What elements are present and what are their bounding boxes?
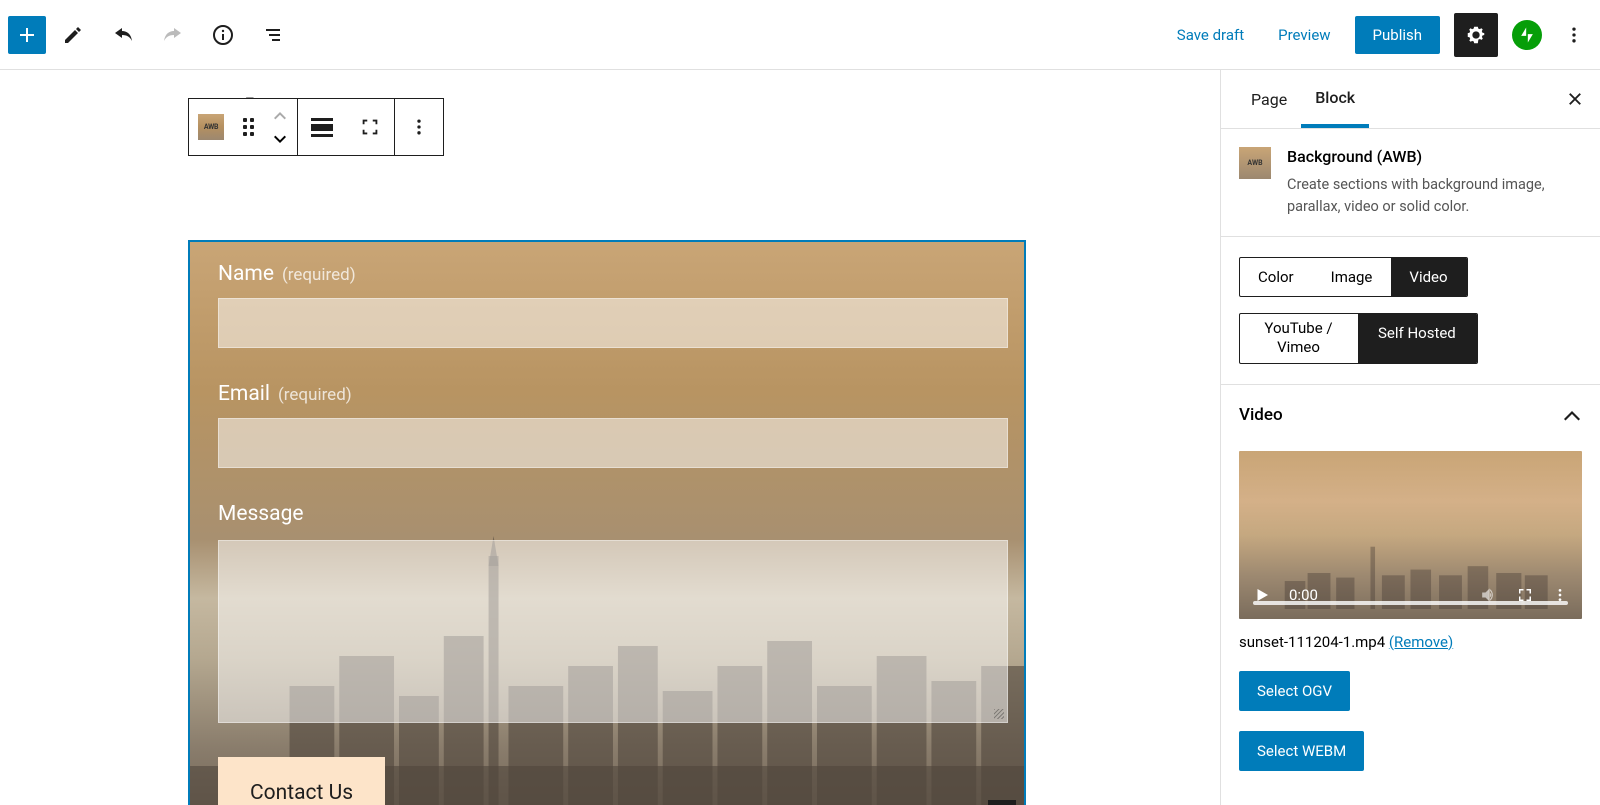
video-panel: 0:00 sunset-111204-1.mp4 (Remove) bbox=[1221, 433, 1600, 789]
move-up-button[interactable] bbox=[263, 103, 297, 127]
name-required: (required) bbox=[282, 265, 356, 285]
preview-button[interactable]: Preview bbox=[1268, 18, 1340, 52]
block-info-panel: Background (AWB) Create sections with ba… bbox=[1221, 129, 1600, 237]
top-bar-right: Save draft Preview Publish bbox=[1167, 13, 1592, 57]
awb-background-block[interactable]: Name (required) Email (required) Message… bbox=[188, 240, 1026, 805]
move-down-button[interactable] bbox=[263, 127, 297, 151]
save-draft-button[interactable]: Save draft bbox=[1167, 18, 1254, 52]
sidebar-tabs: Page Block bbox=[1221, 70, 1600, 129]
video-filename-row: sunset-111204-1.mp4 (Remove) bbox=[1239, 633, 1582, 651]
video-filename: sunset-111204-1.mp4 bbox=[1239, 633, 1385, 651]
chevron-up-icon[interactable] bbox=[1562, 409, 1582, 421]
source-youtube[interactable]: YouTube / Vimeo bbox=[1240, 314, 1358, 363]
top-bar-left bbox=[8, 12, 296, 58]
select-webm-button[interactable]: Select WEBM bbox=[1239, 731, 1364, 771]
video-panel-header[interactable]: Video bbox=[1221, 385, 1600, 433]
block-type-icon[interactable] bbox=[189, 99, 233, 155]
email-input[interactable] bbox=[218, 418, 1008, 468]
submit-button[interactable]: Contact Us bbox=[218, 757, 385, 805]
settings-button[interactable] bbox=[1454, 13, 1498, 57]
publish-button[interactable]: Publish bbox=[1355, 16, 1440, 54]
drag-handle[interactable] bbox=[233, 99, 263, 155]
video-preview[interactable]: 0:00 bbox=[1239, 451, 1582, 619]
bg-type-group: Color Image Video bbox=[1239, 257, 1468, 297]
video-controls: 0:00 bbox=[1239, 571, 1582, 619]
editor-top-bar: Save draft Preview Publish bbox=[0, 0, 1600, 70]
source-self-hosted[interactable]: Self Hosted bbox=[1358, 314, 1477, 363]
block-info-title: Background (AWB) bbox=[1287, 147, 1582, 166]
fullwidth-button[interactable] bbox=[346, 99, 394, 155]
info-button[interactable] bbox=[200, 12, 246, 58]
edit-tool-button[interactable] bbox=[50, 12, 96, 58]
add-inner-block-button[interactable]: + bbox=[988, 800, 1016, 805]
bg-type-image[interactable]: Image bbox=[1313, 258, 1392, 296]
close-sidebar-button[interactable] bbox=[1566, 90, 1584, 108]
jetpack-button[interactable] bbox=[1512, 20, 1542, 50]
remove-video-link[interactable]: (Remove) bbox=[1389, 633, 1453, 651]
undo-button[interactable] bbox=[100, 12, 146, 58]
list-view-button[interactable] bbox=[250, 12, 296, 58]
video-progress[interactable] bbox=[1253, 601, 1568, 605]
message-label: Message bbox=[218, 502, 304, 526]
tab-block[interactable]: Block bbox=[1301, 70, 1369, 128]
block-toolbar bbox=[188, 98, 444, 156]
block-more-button[interactable] bbox=[395, 99, 443, 155]
bg-type-panel: Color Image Video YouTube / Vimeo Self H… bbox=[1221, 237, 1600, 385]
add-block-button[interactable] bbox=[8, 16, 46, 54]
bg-type-video[interactable]: Video bbox=[1391, 258, 1466, 296]
main-area: About Page bbox=[0, 70, 1600, 805]
name-label: Name bbox=[218, 262, 274, 286]
redo-button[interactable] bbox=[150, 12, 196, 58]
block-info-description: Create sections with background image, p… bbox=[1287, 174, 1582, 218]
name-input[interactable] bbox=[218, 298, 1008, 348]
editor-canvas: About Page bbox=[0, 70, 1220, 805]
block-info-icon bbox=[1239, 147, 1271, 179]
select-ogv-button[interactable]: Select OGV bbox=[1239, 671, 1350, 711]
align-button[interactable] bbox=[298, 99, 346, 155]
video-panel-title: Video bbox=[1239, 405, 1283, 425]
bg-type-color[interactable]: Color bbox=[1240, 258, 1313, 296]
contact-form: Name (required) Email (required) Message… bbox=[190, 242, 1024, 805]
message-textarea[interactable] bbox=[218, 540, 1008, 723]
more-options-button[interactable] bbox=[1556, 17, 1592, 53]
email-label: Email bbox=[218, 382, 270, 406]
settings-sidebar: Page Block Background (AWB) Create secti… bbox=[1220, 70, 1600, 805]
video-source-group: YouTube / Vimeo Self Hosted bbox=[1239, 313, 1478, 364]
email-required: (required) bbox=[278, 385, 352, 405]
tab-page[interactable]: Page bbox=[1237, 70, 1301, 128]
